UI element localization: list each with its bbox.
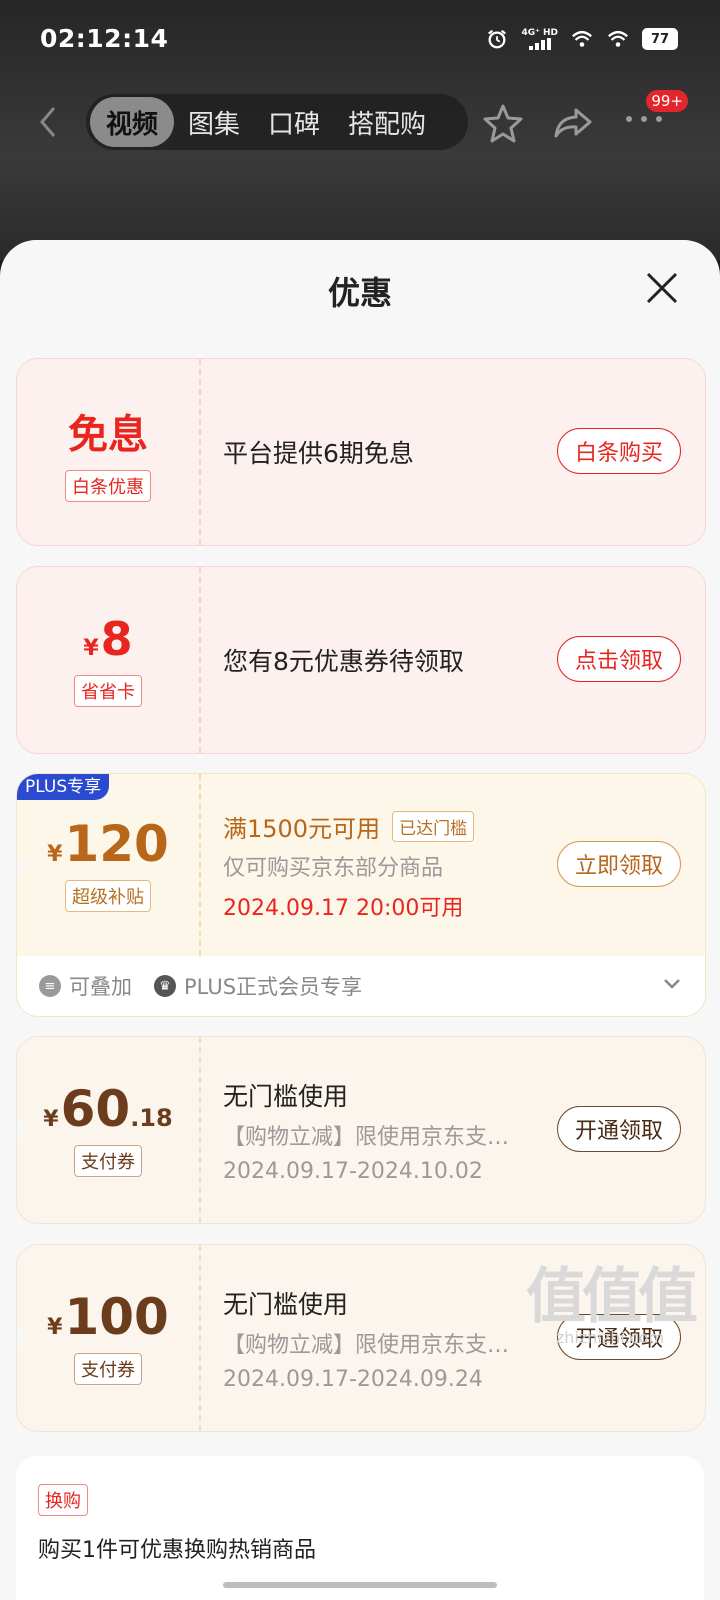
coupon-card-plus: ¥ 120 超级补贴 满1500元可用 已达门槛 仅可购买京东部分商品 2024… [16,773,706,1017]
coupon-scope: 仅可购买京东部分商品 [223,855,444,881]
claim-now-button[interactable]: 立即领取 [557,841,681,887]
tab-reviews[interactable]: 口碑 [254,97,334,147]
coupon-left: ¥ 120 超级补贴 [17,774,199,956]
coupon-info: 您有8元优惠券待领取 [223,567,543,753]
tab-bundle[interactable]: 搭配购 [334,97,440,147]
coupon-info: 满1500元可用 已达门槛 仅可购买京东部分商品 2024.09.17 20:0… [223,774,523,956]
stackable-item: ≡ 可叠加 [39,971,132,1001]
watermark-chars: 值值值 [526,1262,698,1332]
amount-value: 8 [100,612,133,666]
threshold-status: 已达门槛 [392,810,475,842]
network-indicator: 4G⁺ HD [521,27,558,50]
coupon-tag: 省省卡 [74,675,142,707]
coupon-card-8yuan: ¥ 8 省省卡 您有8元优惠券待领取 点击领取 [16,566,706,754]
coupon-text: 平台提供6期免息 [223,439,414,468]
stack-icon: ≡ [39,975,61,997]
close-icon[interactable] [644,270,680,306]
network-label: 4G⁺ HD [521,27,558,38]
chevron-down-icon[interactable] [661,972,683,994]
home-indicator [223,1582,497,1588]
exchange-text: 购买1件可优惠换购热销商品 [38,1538,316,1563]
coupon-amount: ¥ 8 [83,613,132,665]
wifi-icon-2 [608,30,628,47]
amount-decimal: .18 [130,1104,173,1132]
coupon-card-interest-free: 免息 白条优惠 平台提供6期免息 白条购买 [16,358,706,546]
plus-badge: PLUS专享 [17,774,110,800]
more-dots-icon [626,116,662,122]
coupon-available-time: 2024.09.17 20:00可用 [223,895,464,921]
coupon-text: 您有8元优惠券待领取 [223,647,464,676]
coupon-condition: 无门槛使用 [223,1289,349,1319]
media-tabs: 视频 图集 口碑 搭配购 [86,94,468,150]
plus-member-item: ♛ PLUS正式会员专享 [154,971,362,1001]
coupon-card-payment-60: ¥ 60 .18 支付券 无门槛使用 【购物立减】限使用京东支… 2024.09… [16,1036,706,1224]
threshold-text: 满1500元可用 [223,814,381,843]
baitiao-buy-button[interactable]: 白条购买 [557,428,681,474]
currency-symbol: ¥ [47,842,63,867]
plus-member-label: PLUS正式会员专享 [184,975,363,999]
coupon-tag: 白条优惠 [65,470,151,502]
status-bar: 02:12:14 4G⁺ HD 77 [0,18,720,62]
amount-value: 100 [64,1288,169,1346]
coupon-tag: 支付券 [74,1353,142,1385]
dashed-divider [199,1245,201,1431]
currency-symbol: ¥ [43,1107,59,1132]
coupon-amount: ¥ 120 [47,818,169,870]
coupon-tag: 超级补贴 [65,880,151,912]
more-menu[interactable]: 99+ [622,90,702,152]
signal-icon [528,37,551,50]
tab-video[interactable]: 视频 [90,97,175,147]
coupon-desc: 【购物立减】限使用京东支… [223,1124,510,1150]
status-time: 02:12:14 [40,24,169,53]
coupon-left: ¥ 8 省省卡 [17,567,199,753]
coupon-validity: 2024.09.17-2024.10.02 [223,1158,483,1184]
tab-gallery[interactable]: 图集 [174,97,254,147]
coupon-info: 无门槛使用 【购物立减】限使用京东支… 2024.09.17-2024.10.0… [223,1037,523,1223]
battery-indicator: 77 [642,28,678,50]
claim-button[interactable]: 点击领取 [557,636,681,682]
coupon-info: 平台提供6期免息 [223,359,523,545]
amount-value: 60 [60,1080,131,1138]
coupon-desc: 【购物立减】限使用京东支… [223,1332,510,1358]
coupon-big-text: 免息 [68,412,148,458]
back-arrow-icon[interactable] [34,104,62,140]
coupon-condition: 无门槛使用 [223,1081,349,1111]
threshold-row: 满1500元可用 已达门槛 [223,809,523,844]
dashed-divider [199,359,201,545]
amount-value: 120 [64,815,169,873]
sheet-title: 优惠 [327,274,392,312]
exchange-tag: 换购 [38,1484,88,1516]
status-icons: 4G⁺ HD 77 [485,28,678,50]
currency-symbol: ¥ [47,1315,63,1340]
alarm-icon [488,29,507,49]
dashed-divider [199,567,201,753]
watermark-logo: 值值值 zhizhizhi.com [526,1262,698,1347]
coupon-left: ¥ 60 .18 支付券 [17,1037,199,1223]
share-icon[interactable] [552,102,594,144]
crown-icon: ♛ [154,975,176,997]
stackable-label: 可叠加 [69,975,132,999]
plus-coupon-body: ¥ 120 超级补贴 满1500元可用 已达门槛 仅可购买京东部分商品 2024… [17,774,705,956]
coupon-left: 免息 白条优惠 [17,359,199,545]
coupon-tag: 支付券 [74,1145,142,1177]
activate-claim-button[interactable]: 开通领取 [557,1106,681,1152]
star-icon[interactable] [482,102,524,144]
product-nav-bar: 视频 图集 口碑 搭配购 99+ [0,90,720,152]
coupon-left: ¥ 100 支付券 [17,1245,199,1431]
notification-badge: 99+ [646,90,688,112]
dashed-divider [199,1037,201,1223]
dashed-divider [199,774,201,956]
discount-sheet: 优惠 免息 白条优惠 平台提供6期免息 白条购买 ¥ 8 省省卡 您有8元优惠券… [0,240,720,1600]
wifi-icon [572,30,592,47]
coupon-amount: ¥ 60 .18 [43,1083,172,1135]
coupon-info: 无门槛使用 【购物立减】限使用京东支… 2024.09.17-2024.09.2… [223,1245,523,1431]
coupon-amount: ¥ 100 [47,1291,169,1343]
coupon-validity: 2024.09.17-2024.09.24 [223,1366,483,1392]
coupon-footer: ≡ 可叠加 ♛ PLUS正式会员专享 [17,956,705,1016]
currency-symbol: ¥ [83,636,99,661]
exchange-card[interactable]: 换购 购买1件可优惠换购热销商品 [16,1456,704,1600]
